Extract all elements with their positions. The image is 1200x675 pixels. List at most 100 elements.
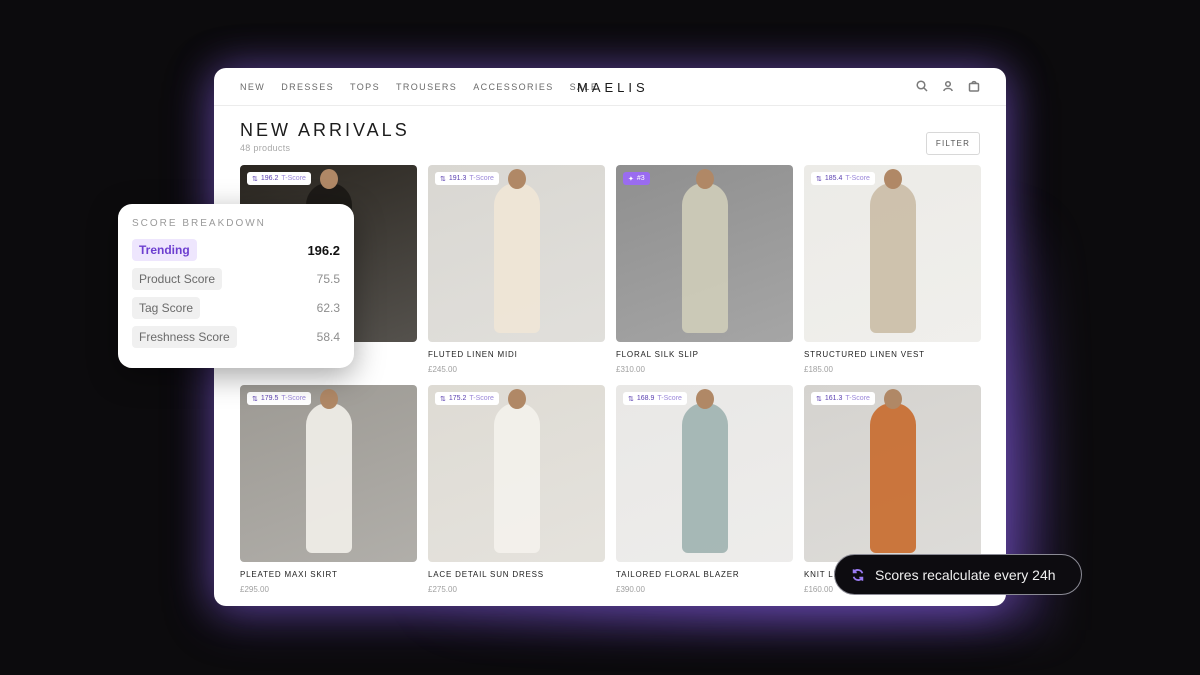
badge-value: 179.5	[260, 395, 279, 402]
product-image[interactable]: ⇅ 175.2 T-Score	[428, 385, 605, 562]
tscore-badge: ⇅ 168.9 T-Score	[623, 392, 687, 405]
product-name[interactable]: LACE DETAIL SUN DRESS	[428, 570, 605, 579]
model-head	[320, 389, 338, 409]
product-name[interactable]: PLEATED MAXI SKIRT	[240, 570, 417, 579]
product-name[interactable]: FLORAL SILK SLIP	[616, 350, 793, 359]
tscore-badge: ⇅ 161.3 T-Score	[811, 392, 875, 405]
trend-arrows-icon: ⇅	[816, 175, 822, 183]
trend-arrows-icon: ⇅	[440, 395, 446, 403]
tscore-badge: ⇅ 191.3 T-Score	[435, 172, 499, 185]
badge-value: 196.2	[260, 175, 279, 182]
badge-value: 185.4	[824, 175, 843, 182]
badge-value: 161.3	[824, 395, 843, 402]
badge-label: T-Score	[281, 175, 306, 182]
recalc-toast: Scores recalculate every 24h	[834, 554, 1082, 595]
nav-item-new[interactable]: NEW	[240, 82, 265, 92]
pin-icon: ✦	[628, 175, 634, 183]
model-figure	[870, 183, 916, 333]
trend-arrows-icon: ⇅	[816, 395, 822, 403]
trend-arrows-icon: ⇅	[440, 175, 446, 183]
search-icon[interactable]	[916, 80, 928, 92]
product-image[interactable]: ⇅ 161.3 T-Score	[804, 385, 981, 562]
tscore-badge: ⇅ 185.4 T-Score	[811, 172, 875, 185]
nav-item-tops[interactable]: TOPS	[350, 82, 380, 92]
badge-label: T-Score	[657, 395, 682, 402]
product-price: £245.00	[428, 365, 457, 374]
cart-icon[interactable]	[968, 80, 980, 92]
badge-label: T-Score	[281, 395, 306, 402]
trend-arrows-icon: ⇅	[252, 175, 258, 183]
model-head	[884, 169, 902, 189]
badge-label: T-Score	[469, 395, 494, 402]
product-image[interactable]: ⇅ 191.3 T-Score	[428, 165, 605, 342]
product-count: 48 products	[240, 143, 291, 153]
toast-text: Scores recalculate every 24h	[875, 566, 1056, 583]
model-figure	[682, 403, 728, 553]
model-head	[508, 389, 526, 409]
product-price: £310.00	[616, 365, 645, 374]
model-figure	[306, 403, 352, 553]
product-card[interactable]: ⇅ 191.3 T-Score FLUTED LINEN MIDI £245.00	[428, 165, 605, 374]
product-card[interactable]: ⇅ 179.5 T-Score PLEATED MAXI SKIRT £295.00	[240, 385, 417, 594]
product-name[interactable]: TAILORED FLORAL BLAZER	[616, 570, 793, 579]
product-name[interactable]: STRUCTURED LINEN VEST	[804, 350, 981, 359]
trend-arrows-icon: ⇅	[628, 395, 634, 403]
model-figure	[682, 183, 728, 333]
badge-label: T-Score	[845, 175, 870, 182]
model-figure	[870, 403, 916, 553]
nav-item-accessories[interactable]: ACCESSORIES	[473, 82, 553, 92]
product-price: £275.00	[428, 585, 457, 594]
breakdown-value: 62.3	[316, 301, 340, 315]
filter-button[interactable]: FILTER	[926, 132, 980, 155]
breakdown-row: Trending 196.2	[132, 239, 340, 261]
breakdown-value: 75.5	[316, 272, 340, 286]
rank-badge: ✦ #3	[623, 172, 650, 185]
product-image[interactable]: ⇅ 179.5 T-Score	[240, 385, 417, 562]
badge-label: T-Score	[469, 175, 494, 182]
tscore-badge: ⇅ 175.2 T-Score	[435, 392, 499, 405]
badge-value: #3	[636, 175, 645, 182]
product-name[interactable]: FLUTED LINEN MIDI	[428, 350, 605, 359]
product-card[interactable]: ✦ #3 FLORAL SILK SLIP £310.00	[616, 165, 793, 374]
product-price: £390.00	[616, 585, 645, 594]
refresh-icon	[852, 568, 864, 581]
product-price: £295.00	[240, 585, 269, 594]
tscore-badge: ⇅ 196.2 T-Score	[247, 172, 311, 185]
top-nav: NEW DRESSES TOPS TROUSERS ACCESSORIES SA…	[214, 68, 1006, 106]
badge-value: 191.3	[448, 175, 467, 182]
product-image[interactable]: ⇅ 185.4 T-Score	[804, 165, 981, 342]
model-figure	[494, 183, 540, 333]
breakdown-label: Trending	[132, 239, 197, 261]
nav-item-trousers[interactable]: TROUSERS	[396, 82, 457, 92]
product-card[interactable]: ⇅ 168.9 T-Score TAILORED FLORAL BLAZER £390.…	[616, 385, 793, 594]
breakdown-value: 58.4	[316, 330, 340, 344]
model-figure	[494, 403, 540, 553]
brand-logo[interactable]: MAELIS	[577, 80, 649, 95]
nav-item-dresses[interactable]: DRESSES	[281, 82, 334, 92]
breakdown-label: Product Score	[132, 268, 223, 290]
product-image[interactable]: ✦ #3	[616, 165, 793, 342]
breakdown-title: SCORE BREAKDOWN	[132, 218, 266, 229]
badge-value: 175.2	[448, 395, 467, 402]
tscore-badge: ⇅ 179.5 T-Score	[247, 392, 311, 405]
product-card[interactable]: ⇅ 175.2 T-Score LACE DETAIL SUN DRESS £275.0…	[428, 385, 605, 594]
model-head	[320, 169, 338, 189]
badge-value: 168.9	[636, 395, 655, 402]
model-head	[696, 169, 714, 189]
product-card[interactable]: ⇅ 185.4 T-Score STRUCTURED LINEN VEST £185.0…	[804, 165, 981, 374]
model-head	[884, 389, 902, 409]
model-head	[696, 389, 714, 409]
score-breakdown-panel: SCORE BREAKDOWN Trending 196.2 Product Sco…	[118, 204, 354, 368]
breakdown-row: Tag Score 62.3	[132, 297, 340, 319]
product-price: £185.00	[804, 365, 833, 374]
breakdown-label: Freshness Score	[132, 326, 237, 348]
trend-arrows-icon: ⇅	[252, 395, 258, 403]
badge-label: T-Score	[845, 395, 870, 402]
breakdown-row: Freshness Score 58.4	[132, 326, 340, 348]
breakdown-value: 196.2	[307, 242, 340, 258]
product-image[interactable]: ⇅ 168.9 T-Score	[616, 385, 793, 562]
page-title: NEW ARRIVALS	[240, 120, 410, 140]
breakdown-label: Tag Score	[132, 297, 201, 319]
user-icon[interactable]	[942, 80, 954, 92]
model-head	[508, 169, 526, 189]
